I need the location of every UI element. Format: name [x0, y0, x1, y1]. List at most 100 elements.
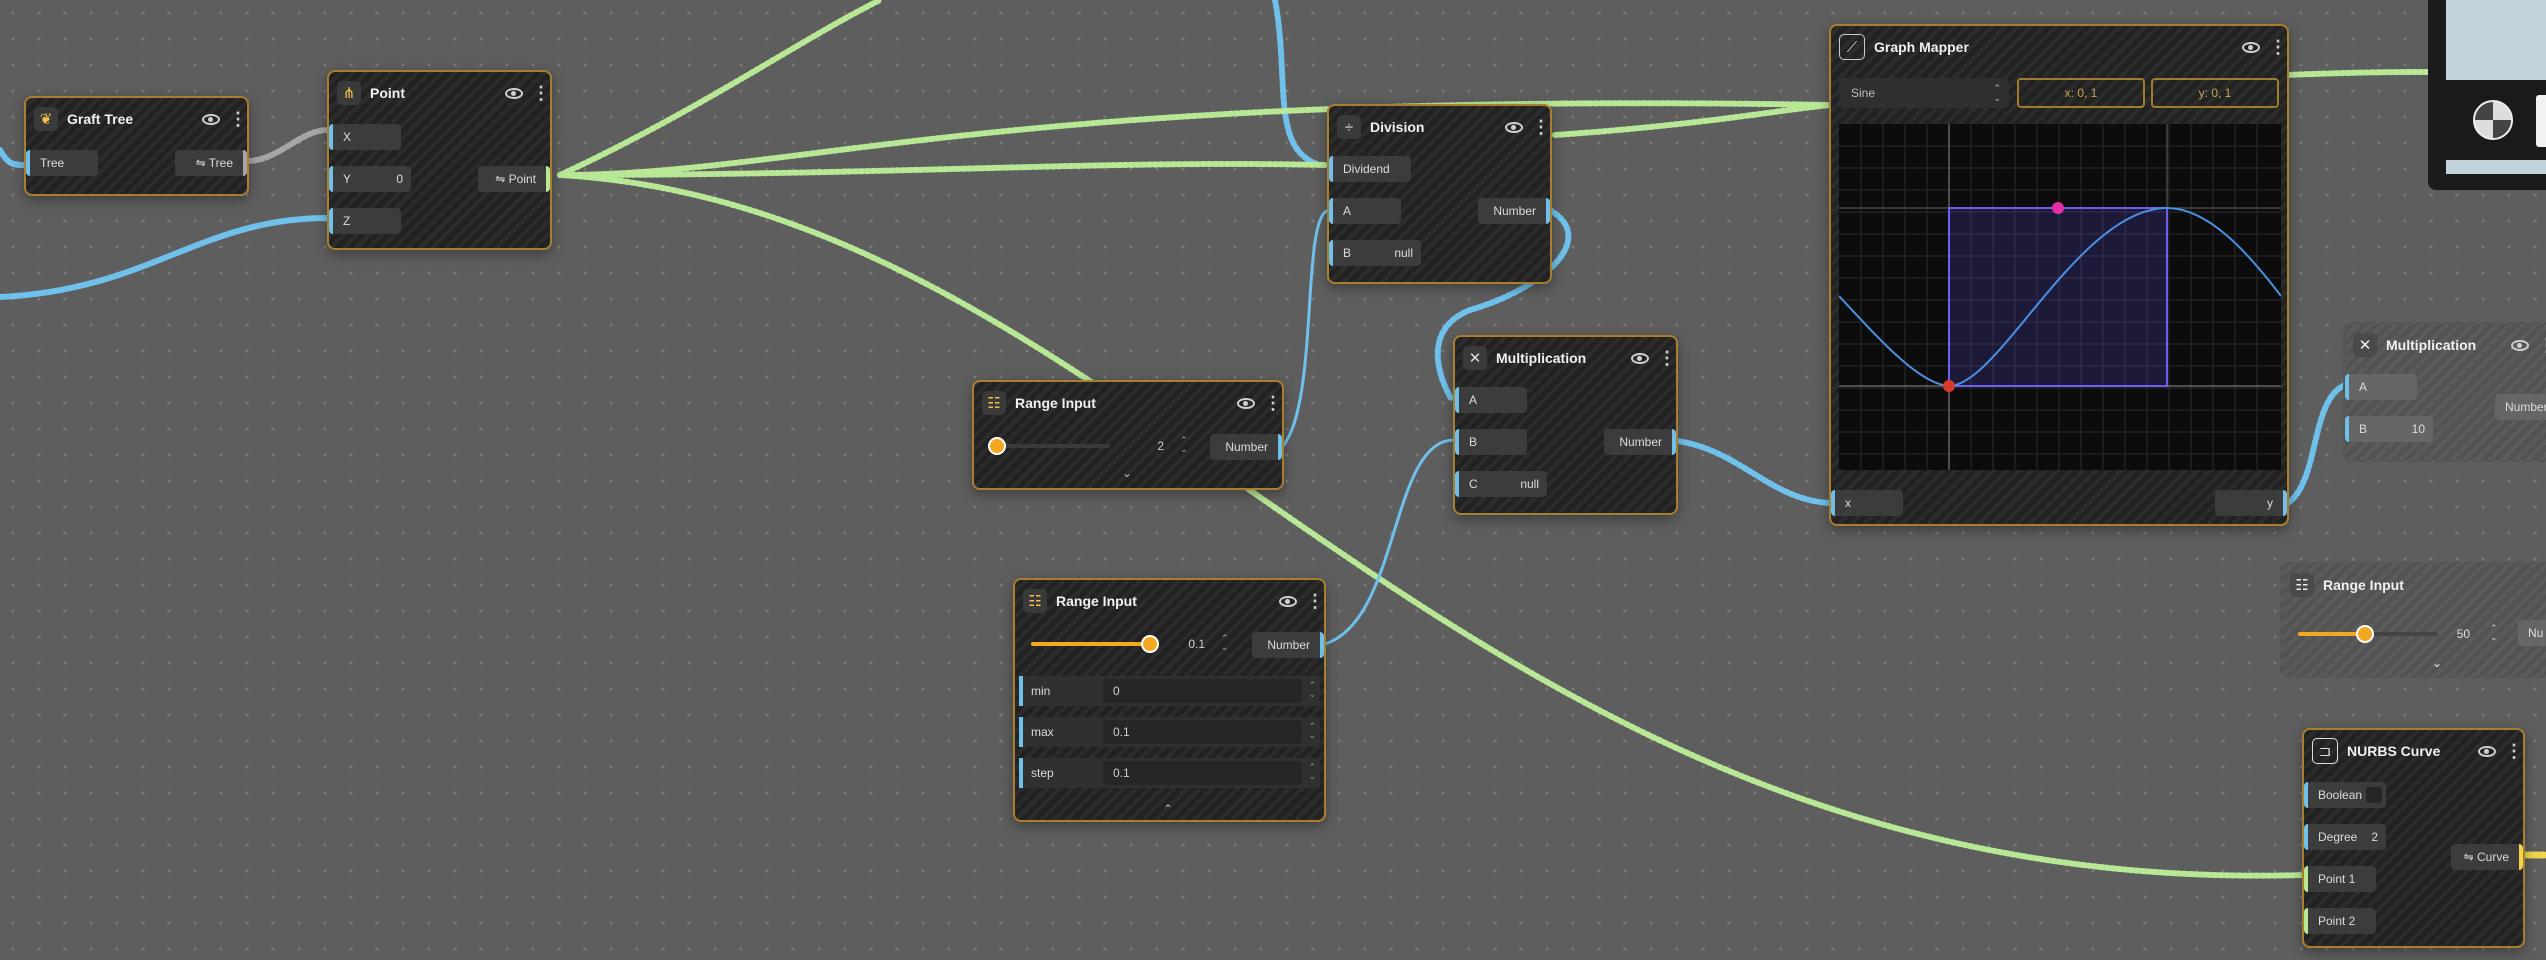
stepper-icon[interactable]: ⌃ ⌄: [2490, 624, 2498, 642]
point-node[interactable]: ⋔ Point ⋮ X Y0 Z ⇋ Point: [327, 70, 552, 250]
more-menu-icon[interactable]: ⋮: [1658, 349, 1676, 367]
eye-icon[interactable]: [1237, 397, 1255, 409]
graph-type-select[interactable]: Sine ⌃ ⌄: [1839, 78, 2009, 108]
stepper-icon[interactable]: ⌃ ⌄: [1308, 681, 1316, 699]
input-degree-value: 2: [2371, 830, 2378, 844]
render-mode-icon[interactable]: [2473, 100, 2513, 140]
range-value[interactable]: 2: [1144, 439, 1164, 453]
range-input-node[interactable]: ☷ Range Input ⋮ 0.1 ⌃ ⌄ Number min 0 ⌃ ⌄ m…: [1013, 578, 1326, 822]
range-slider-thumb[interactable]: [2356, 625, 2374, 643]
nurbs-curve-node[interactable]: ⊐ NURBS Curve ⋮ Boolean Degree 2 Point 1 …: [2302, 728, 2525, 948]
more-menu-icon[interactable]: ⋮: [1532, 118, 1550, 136]
field-step[interactable]: step 0.1 ⌃ ⌄: [1019, 758, 1320, 788]
expand-chevron-icon[interactable]: ⌄: [2432, 656, 2442, 670]
more-menu-icon[interactable]: ⋮: [2505, 742, 2523, 760]
checkbox[interactable]: [2366, 787, 2382, 803]
input-point-2[interactable]: Point 2: [2304, 908, 2376, 934]
graft-tree-node[interactable]: ❦ Graft Tree ⋮ Tree ⇋ Tree: [24, 96, 249, 196]
more-menu-icon[interactable]: ⋮: [1264, 394, 1282, 412]
viewport-preview-panel[interactable]: [2428, 0, 2546, 190]
output-point[interactable]: ⇋ Point: [478, 166, 550, 192]
more-menu-icon[interactable]: ⋮: [532, 84, 550, 102]
input-boolean[interactable]: Boolean: [2304, 782, 2386, 808]
input-z[interactable]: Z: [329, 208, 401, 234]
input-dividend[interactable]: Dividend: [1329, 156, 1411, 182]
graph-plot[interactable]: [1838, 124, 2282, 470]
x-domain-field[interactable]: x: 0, 1: [2017, 78, 2145, 108]
more-menu-icon[interactable]: ⋮: [229, 110, 247, 128]
input-b[interactable]: B: [1455, 429, 1527, 455]
viewport-control[interactable]: [2536, 95, 2546, 147]
field-min[interactable]: min 0 ⌃ ⌄: [1019, 676, 1320, 706]
input-tree[interactable]: Tree: [26, 150, 98, 176]
node-header[interactable]: ✕ Multiplication ⋮: [2345, 324, 2546, 366]
range-slider-thumb[interactable]: [988, 437, 1006, 455]
output-number[interactable]: Number: [1210, 434, 1282, 460]
eye-icon[interactable]: [1631, 352, 1649, 364]
range-value[interactable]: 0.1: [1175, 637, 1205, 651]
range-slider-thumb[interactable]: [1141, 635, 1159, 653]
stepper-icon[interactable]: ⌃ ⌄: [1221, 634, 1229, 652]
range-slider-track[interactable]: [990, 444, 1110, 448]
eye-icon[interactable]: [505, 87, 523, 99]
graph-mapper-node[interactable]: ⟋ Graph Mapper ⋮ Sine ⌃ ⌄ x: 0, 1 y: 0, 1: [1829, 24, 2289, 526]
input-degree[interactable]: Degree 2: [2304, 824, 2386, 850]
more-menu-icon[interactable]: ⋮: [1306, 592, 1324, 610]
node-header[interactable]: ÷ Division ⋮: [1329, 106, 1550, 148]
eye-icon[interactable]: [2478, 745, 2496, 757]
expand-chevron-icon[interactable]: ⌄: [1122, 466, 1132, 480]
more-menu-icon[interactable]: ⋮: [2538, 336, 2546, 354]
eye-icon[interactable]: [2242, 41, 2260, 53]
eye-icon[interactable]: [202, 113, 220, 125]
input-point-1[interactable]: Point 1: [2304, 866, 2376, 892]
division-icon: ÷: [1337, 115, 1361, 139]
input-x[interactable]: X: [329, 124, 401, 150]
node-header[interactable]: ☷ Range Input ⋮: [974, 382, 1282, 424]
range-value[interactable]: 50: [2440, 627, 2470, 641]
output-curve[interactable]: ⇋ Curve: [2451, 844, 2523, 870]
eye-icon[interactable]: [1505, 121, 1523, 133]
output-number[interactable]: Number: [1478, 198, 1550, 224]
input-y[interactable]: Y0: [329, 166, 411, 192]
collapse-chevron-icon[interactable]: ⌃: [1163, 802, 1173, 816]
node-header[interactable]: ☷ Range Input ⋮: [1015, 580, 1324, 622]
field-value[interactable]: 0: [1113, 676, 1120, 706]
input-b[interactable]: Bnull: [1329, 240, 1421, 266]
stepper-icon[interactable]: ⌃ ⌄: [1180, 436, 1188, 454]
input-b[interactable]: B 10: [2345, 416, 2433, 442]
node-header[interactable]: ⋔ Point ⋮: [329, 72, 550, 114]
stepper-icon[interactable]: ⌃ ⌄: [1308, 722, 1316, 740]
input-a[interactable]: A: [1329, 198, 1401, 224]
node-header[interactable]: ⟋ Graph Mapper ⋮: [1831, 26, 2287, 68]
multiplication-node[interactable]: ✕ Multiplication ⋮ A B 10 Number: [2343, 322, 2546, 462]
output-y[interactable]: y: [2215, 490, 2287, 516]
field-value[interactable]: 0.1: [1113, 758, 1130, 788]
output-number[interactable]: Number: [1252, 632, 1324, 658]
output-number[interactable]: Nu: [2518, 620, 2546, 646]
range-input-node[interactable]: ☷ Range Input 50 ⌃ ⌄ Nu ⌄: [2280, 562, 2546, 678]
input-x[interactable]: x: [1831, 490, 1903, 516]
node-title: Division: [1370, 119, 1425, 135]
node-header[interactable]: ☷ Range Input: [2282, 564, 2546, 606]
node-header[interactable]: ✕ Multiplication ⋮: [1455, 337, 1676, 379]
field-max[interactable]: max 0.1 ⌃ ⌄: [1019, 717, 1320, 747]
range-input-node[interactable]: ☷ Range Input ⋮ 2 ⌃ ⌄ Number ⌄: [972, 380, 1284, 490]
field-value[interactable]: 0.1: [1113, 717, 1130, 747]
output-number[interactable]: Number: [1604, 429, 1676, 455]
y-domain-field[interactable]: y: 0, 1: [2151, 78, 2279, 108]
output-tree[interactable]: ⇋ Tree: [175, 150, 247, 176]
range-slider-track[interactable]: [1031, 642, 1151, 646]
stepper-icon[interactable]: ⌃ ⌄: [1308, 763, 1316, 781]
more-menu-icon[interactable]: ⋮: [2269, 38, 2287, 56]
multiplication-node[interactable]: ✕ Multiplication ⋮ A B Cnull Number: [1453, 335, 1678, 515]
input-a[interactable]: A: [2345, 374, 2417, 400]
input-a[interactable]: A: [1455, 387, 1527, 413]
output-curve-label: Curve: [2476, 850, 2509, 864]
input-c[interactable]: Cnull: [1455, 471, 1547, 497]
node-header[interactable]: ⊐ NURBS Curve ⋮: [2304, 730, 2523, 772]
output-number[interactable]: Number: [2495, 394, 2546, 420]
eye-icon[interactable]: [1279, 595, 1297, 607]
node-header[interactable]: ❦ Graft Tree ⋮: [26, 98, 247, 140]
eye-icon[interactable]: [2511, 339, 2529, 351]
division-node[interactable]: ÷ Division ⋮ Dividend A Bnull Number: [1327, 104, 1552, 284]
